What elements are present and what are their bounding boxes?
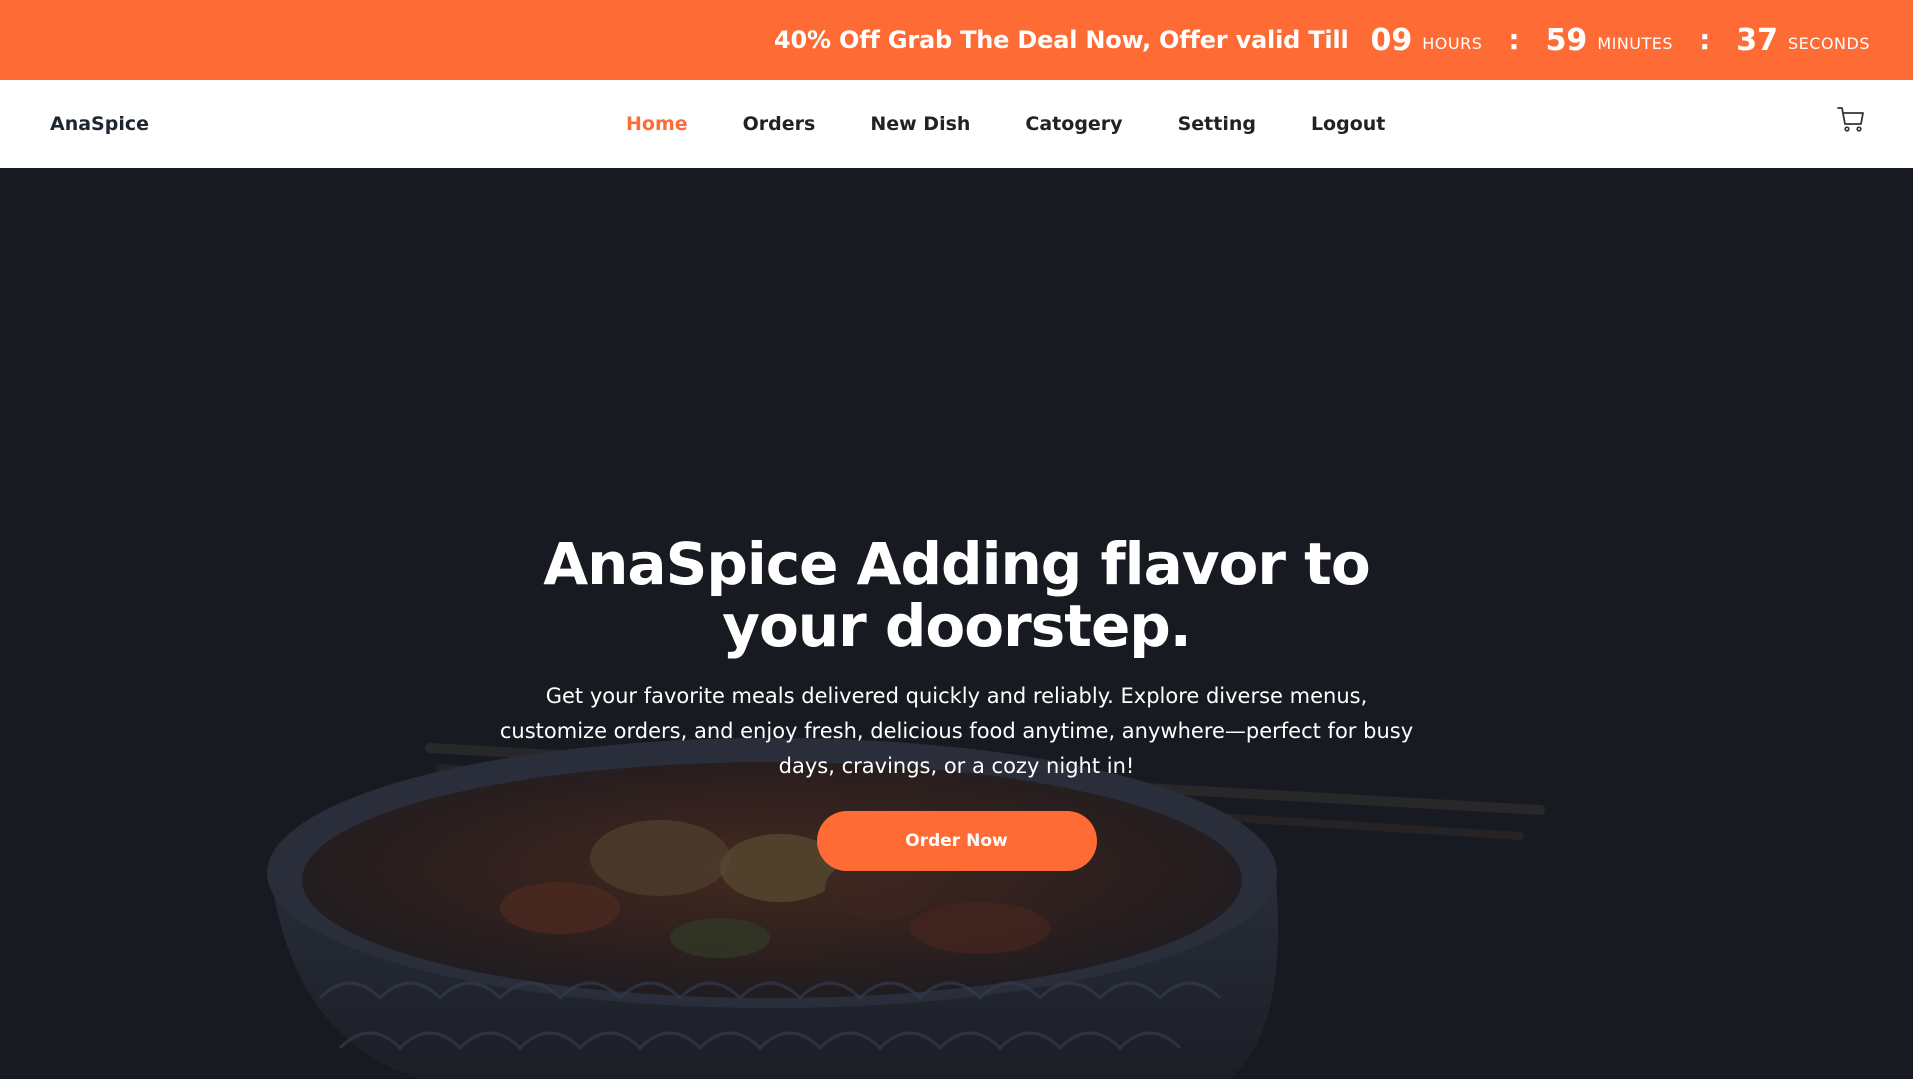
nav-link-new-dish[interactable]: New Dish <box>870 113 970 135</box>
countdown-separator: : <box>1699 23 1711 56</box>
promo-text: 40% Off Grab The Deal Now, Offer valid T… <box>774 26 1349 54</box>
nav-links: Home Orders New Dish Catogery Setting Lo… <box>626 113 1385 135</box>
main-navbar: AnaSpice Home Orders New Dish Catogery S… <box>0 80 1913 168</box>
hero-content: AnaSpice Adding flavor to your doorstep.… <box>0 533 1913 871</box>
promo-banner: 40% Off Grab The Deal Now, Offer valid T… <box>0 0 1913 80</box>
hero-title: AnaSpice Adding flavor to your doorstep. <box>543 530 1370 660</box>
countdown-minutes-label: MINUTES <box>1597 33 1674 53</box>
countdown-minutes: 59 <box>1545 22 1588 58</box>
countdown-separator: : <box>1508 23 1520 56</box>
nav-link-setting[interactable]: Setting <box>1178 113 1256 135</box>
nav-link-category[interactable]: Catogery <box>1025 113 1122 135</box>
nav-link-orders[interactable]: Orders <box>743 113 816 135</box>
order-now-button[interactable]: Order Now <box>816 811 1097 871</box>
countdown-hours: 09 <box>1370 22 1413 58</box>
brand-logo-text[interactable]: AnaSpice <box>50 113 149 135</box>
hero-section: AnaSpice Adding flavor to your doorstep.… <box>0 168 1913 1079</box>
nav-link-logout[interactable]: Logout <box>1311 113 1385 135</box>
hero-description: Get your favorite meals delivered quickl… <box>499 684 1414 778</box>
nav-link-home[interactable]: Home <box>626 113 688 135</box>
cart-icon[interactable] <box>1836 104 1866 134</box>
countdown-seconds: 37 <box>1736 22 1779 58</box>
countdown-hours-label: HOURS <box>1422 33 1483 53</box>
countdown-seconds-label: SECONDS <box>1788 33 1870 53</box>
